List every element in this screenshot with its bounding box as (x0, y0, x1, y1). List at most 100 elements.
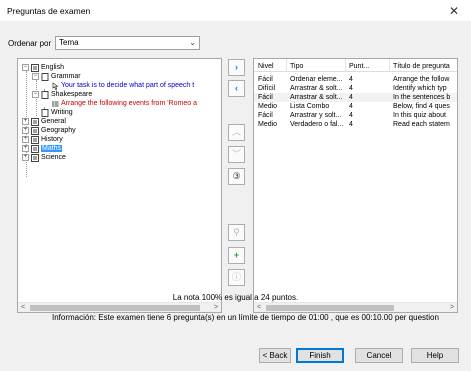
column-divider (286, 59, 287, 72)
order-select-value: Tema (59, 38, 79, 47)
list-icon (31, 63, 39, 72)
tree-node-english[interactable]: − English (22, 63, 64, 72)
add-question-button[interactable]: › (228, 59, 245, 76)
tree-node-history[interactable]: + History (22, 135, 63, 144)
order-select[interactable]: Tema ⌄ (55, 36, 200, 50)
dialog-body: Ordenar por Tema ⌄ − English − Grammar You… (0, 22, 471, 371)
table-cell: Arrange the follow (393, 76, 450, 83)
column-header[interactable]: Punt... (349, 62, 386, 71)
doc-icon (41, 90, 49, 99)
table-cell: Medio (258, 103, 278, 110)
list-icon (31, 135, 39, 144)
tree-node-question[interactable]: Your task is to decide what part of spee… (51, 81, 194, 90)
tree-node-label: Shakespeare (51, 91, 93, 98)
tree-node-general[interactable]: + General (22, 117, 66, 126)
table-cell: Arrastrar & solt... (290, 85, 343, 92)
order-label: Ordenar por (8, 39, 52, 48)
table-row[interactable]: Fácil Arrastrar y solt... 4 In this quiz… (254, 111, 457, 120)
table-cell: 4 (349, 85, 353, 92)
score-note: La nota 100% es igual a 24 puntos. (172, 293, 299, 302)
topic-tree[interactable]: − English − Grammar Your task is to decide… (17, 58, 222, 313)
tree-node-maths[interactable]: + Maths (22, 144, 63, 153)
doc-icon (41, 108, 49, 117)
info-button[interactable]: ⓘ (228, 269, 245, 286)
move-up-button[interactable]: ︿ (228, 124, 245, 141)
expand-icon[interactable]: + (22, 145, 29, 152)
title-bar: Preguntas de examen ✕ (0, 0, 471, 22)
scroll-right-icon[interactable]: > (447, 303, 457, 312)
table-row[interactable]: Difícil Arrastrar & solt... 4 Identify w… (254, 84, 457, 93)
column-divider (389, 59, 390, 72)
chevron-down-icon: ⌄ (189, 38, 196, 47)
expand-icon[interactable]: + (22, 127, 29, 134)
grid-horizontal-scrollbar[interactable]: < > (254, 302, 457, 312)
column-header[interactable]: Título de pregunta (393, 62, 457, 71)
tree-node-science[interactable]: + Science (22, 153, 66, 162)
number-button[interactable]: ③ (228, 168, 245, 185)
table-cell: In this quiz about (393, 112, 446, 119)
list-icon (31, 126, 39, 135)
list-icon (31, 117, 39, 126)
scrollbar-thumb[interactable] (266, 305, 394, 311)
scroll-left-icon[interactable]: < (254, 303, 264, 312)
expand-icon[interactable]: + (22, 154, 29, 161)
info-note: Información: Este examen tiene 6 pregunt… (52, 313, 439, 322)
scroll-left-icon[interactable]: < (18, 303, 28, 312)
move-down-button[interactable]: ﹀ (228, 146, 245, 163)
grid-header: Nivel Tipo Punt... Título de pregunta (254, 59, 457, 72)
number-icon: ③ (232, 171, 241, 181)
scroll-right-icon[interactable]: > (211, 303, 221, 312)
tree-node-label: Arrange the following events from 'Romeo… (61, 100, 197, 107)
chevron-left-icon: ‹ (235, 83, 238, 93)
column-header[interactable]: Nivel (258, 62, 286, 71)
chevron-down-icon: ﹀ (231, 149, 241, 159)
expand-icon[interactable]: + (22, 118, 29, 125)
tree-node-label: General (41, 118, 66, 125)
table-cell: Lista Combo (290, 103, 330, 110)
help-button[interactable]: Help (411, 348, 459, 363)
scrollbar-thumb[interactable] (30, 305, 200, 311)
expand-icon[interactable]: + (22, 136, 29, 143)
table-cell: Fácil (258, 94, 273, 101)
back-button[interactable]: < Back (259, 348, 291, 363)
tree-node-label: English (41, 64, 64, 71)
table-cell: Medio (258, 121, 278, 128)
tree-node-shakespeare[interactable]: − Shakespeare (32, 90, 92, 99)
tree-node-question[interactable]: Arrange the following events from 'Romeo… (51, 99, 197, 108)
search-button[interactable]: ⚲ (228, 224, 245, 241)
table-cell: Read each statem (393, 121, 450, 128)
finish-button[interactable]: Finish (296, 348, 344, 363)
table-row[interactable]: Fácil Ordenar eleme... 4 Arrange the fol… (254, 75, 457, 84)
close-icon[interactable]: ✕ (445, 2, 463, 20)
table-cell: 4 (349, 121, 353, 128)
table-row[interactable]: Medio Verdadero o fal... 4 Read each sta… (254, 120, 457, 129)
collapse-icon[interactable]: − (32, 73, 39, 80)
table-cell: 4 (349, 103, 353, 110)
tree-node-grammar[interactable]: − Grammar (32, 72, 81, 81)
tree-node-geography[interactable]: + Geography (22, 126, 76, 135)
collapse-icon[interactable]: − (32, 91, 39, 98)
table-cell: 4 (349, 76, 353, 83)
collapse-icon[interactable]: − (22, 64, 29, 71)
table-cell: Arrastrar & solt... (290, 94, 343, 101)
question-grid[interactable]: Nivel Tipo Punt... Título de pregunta Fá… (253, 58, 458, 313)
cancel-button[interactable]: Cancel (355, 348, 403, 363)
window-title: Preguntas de examen (7, 6, 91, 16)
list-icon (31, 153, 39, 162)
table-cell: Fácil (258, 76, 273, 83)
table-row[interactable]: Fácil Arrastrar & solt... 4 In the sente… (254, 93, 457, 102)
column-header[interactable]: Tipo (290, 62, 342, 71)
remove-question-button[interactable]: ‹ (228, 80, 245, 97)
order-icon (52, 100, 59, 107)
table-row[interactable]: Medio Lista Combo 4 Below, find 4 ques (254, 102, 457, 111)
tree-node-label: History (41, 136, 63, 143)
table-cell: Ordenar eleme... (290, 76, 343, 83)
tree-node-writing[interactable]: Writing (41, 108, 73, 117)
table-cell: 4 (349, 112, 353, 119)
chevron-right-icon: › (235, 62, 238, 72)
tree-node-label: Writing (51, 109, 73, 116)
info-icon: ⓘ (231, 272, 241, 282)
tree-horizontal-scrollbar[interactable]: < > (18, 302, 221, 312)
tree-node-label: Your task is to decide what part of spee… (61, 82, 195, 89)
new-question-button[interactable]: + (228, 247, 245, 264)
